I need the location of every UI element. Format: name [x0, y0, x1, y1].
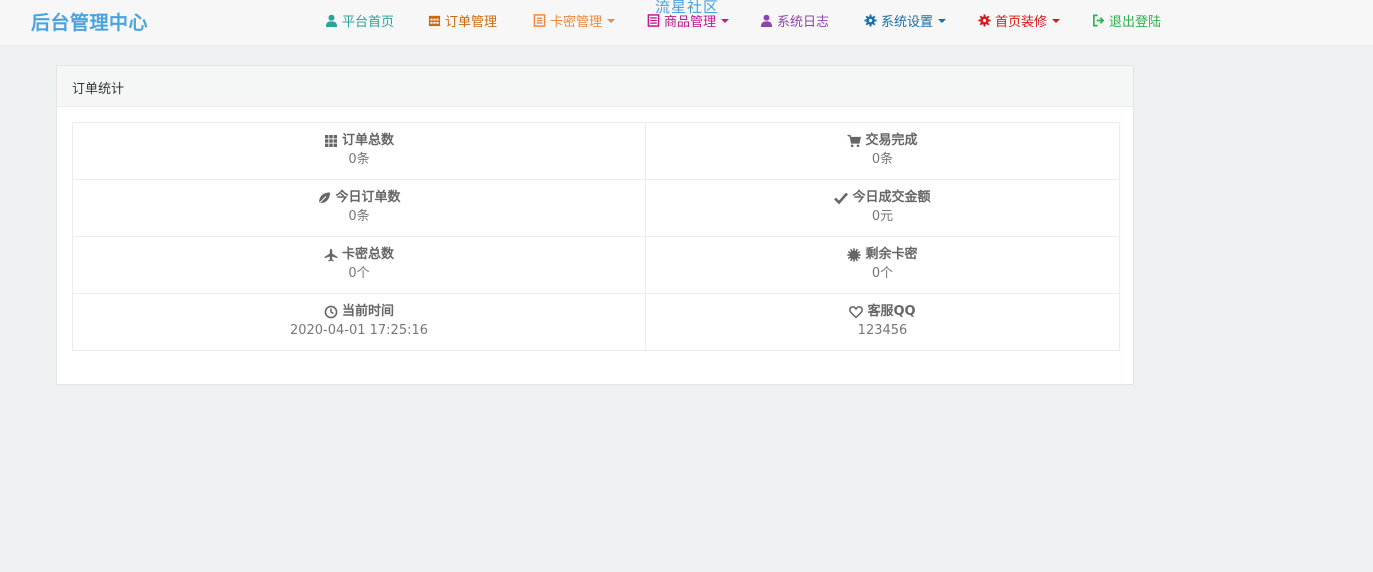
order-stats-panel: 订单统计 订单总数 0条 交易完成 0条 今日订单数 0条 今日成交金额 0元 …: [56, 65, 1134, 385]
stats-table: 订单总数 0条 交易完成 0条 今日订单数 0条 今日成交金额 0元 卡密总数 …: [72, 122, 1120, 351]
stat-value: 0元: [871, 209, 894, 224]
nav-label: 平台首页: [342, 14, 395, 30]
table-row: 订单总数 0条 交易完成 0条: [72, 122, 1120, 180]
chevron-down-icon: [1052, 19, 1061, 23]
stat-cell: 今日成交金额 0元: [645, 179, 1120, 237]
nav-label: 卡密管理: [550, 14, 603, 30]
cart-icon: [847, 134, 862, 147]
calendar-icon: [428, 15, 441, 26]
nav-item-goods[interactable]: 商品管理: [647, 11, 730, 30]
stat-cell: 卡密总数 0个: [72, 236, 646, 294]
logout-icon: [1093, 14, 1105, 26]
chevron-down-icon: [607, 19, 616, 23]
check-icon: [834, 192, 849, 204]
stat-value: 0条: [348, 152, 370, 167]
stat-label: 订单总数: [341, 133, 394, 148]
nav-item-cards[interactable]: 卡密管理: [533, 11, 616, 30]
top-navbar: 后台管理中心 流星社区 平台首页 订单管理 卡密管理 商品管理 系统日志 系统设…: [0, 0, 1373, 46]
nav-item-settings[interactable]: 系统设置: [864, 11, 947, 30]
nav-label: 退出登陆: [1109, 14, 1162, 30]
user-icon: [760, 14, 773, 27]
stat-cell: 客服QQ 123456: [645, 293, 1120, 351]
stat-label: 今日成交金额: [852, 190, 931, 205]
list-icon: [533, 13, 546, 27]
table-row: 今日订单数 0条 今日成交金额 0元: [72, 179, 1120, 237]
clock-icon: [324, 305, 338, 318]
stat-value: 0条: [871, 152, 894, 167]
panel-title: 订单统计: [57, 66, 1133, 107]
stat-value: 0个: [348, 266, 370, 281]
stat-label: 卡密总数: [341, 247, 394, 262]
heart-icon: [849, 305, 864, 319]
stat-cell: 交易完成 0条: [645, 122, 1120, 180]
stat-label: 当前时间: [341, 304, 394, 319]
stat-value: 0条: [348, 209, 370, 224]
stat-cell: 订单总数 0条: [72, 122, 646, 180]
chevron-down-icon: [721, 19, 730, 23]
brand-title[interactable]: 后台管理中心: [31, 8, 148, 35]
stat-cell: 当前时间 2020-04-01 17:25:16: [72, 293, 646, 351]
leaf-icon: [318, 192, 331, 204]
nav-label: 订单管理: [445, 14, 498, 30]
stat-value: 123456: [857, 323, 908, 338]
nav-item-orders[interactable]: 订单管理: [428, 11, 498, 30]
nav-label: 系统设置: [881, 14, 934, 30]
chevron-down-icon: [938, 19, 947, 23]
stat-cell: 今日订单数 0条: [72, 179, 646, 237]
nav-label: 首页装修: [995, 14, 1048, 30]
stat-label: 剩余卡密: [865, 247, 918, 262]
nav-item-logs[interactable]: 系统日志: [760, 11, 830, 30]
nav-label: 商品管理: [664, 14, 717, 30]
grid-icon: [324, 134, 337, 147]
table-row: 当前时间 2020-04-01 17:25:16 客服QQ 123456: [72, 293, 1120, 351]
plane-icon: [324, 248, 338, 261]
user-icon: [325, 14, 338, 27]
stat-value: 2020-04-01 17:25:16: [289, 323, 429, 338]
nav-item-decor[interactable]: 首页装修: [978, 11, 1061, 30]
stat-value: 0个: [871, 266, 894, 281]
stat-cell: 剩余卡密 0个: [645, 236, 1120, 294]
stat-label: 交易完成: [865, 133, 918, 148]
book-icon: [647, 13, 660, 27]
stat-label: 今日订单数: [335, 190, 401, 205]
stat-label: 客服QQ: [867, 304, 916, 319]
nav-label: 系统日志: [777, 14, 830, 30]
table-row: 卡密总数 0个 剩余卡密 0个: [72, 236, 1120, 294]
nav-item-home[interactable]: 平台首页: [325, 11, 395, 30]
gear-icon: [864, 13, 877, 27]
certificate-icon: [847, 247, 862, 262]
gear-icon: [978, 13, 991, 27]
nav-item-logout[interactable]: 退出登陆: [1092, 11, 1162, 30]
